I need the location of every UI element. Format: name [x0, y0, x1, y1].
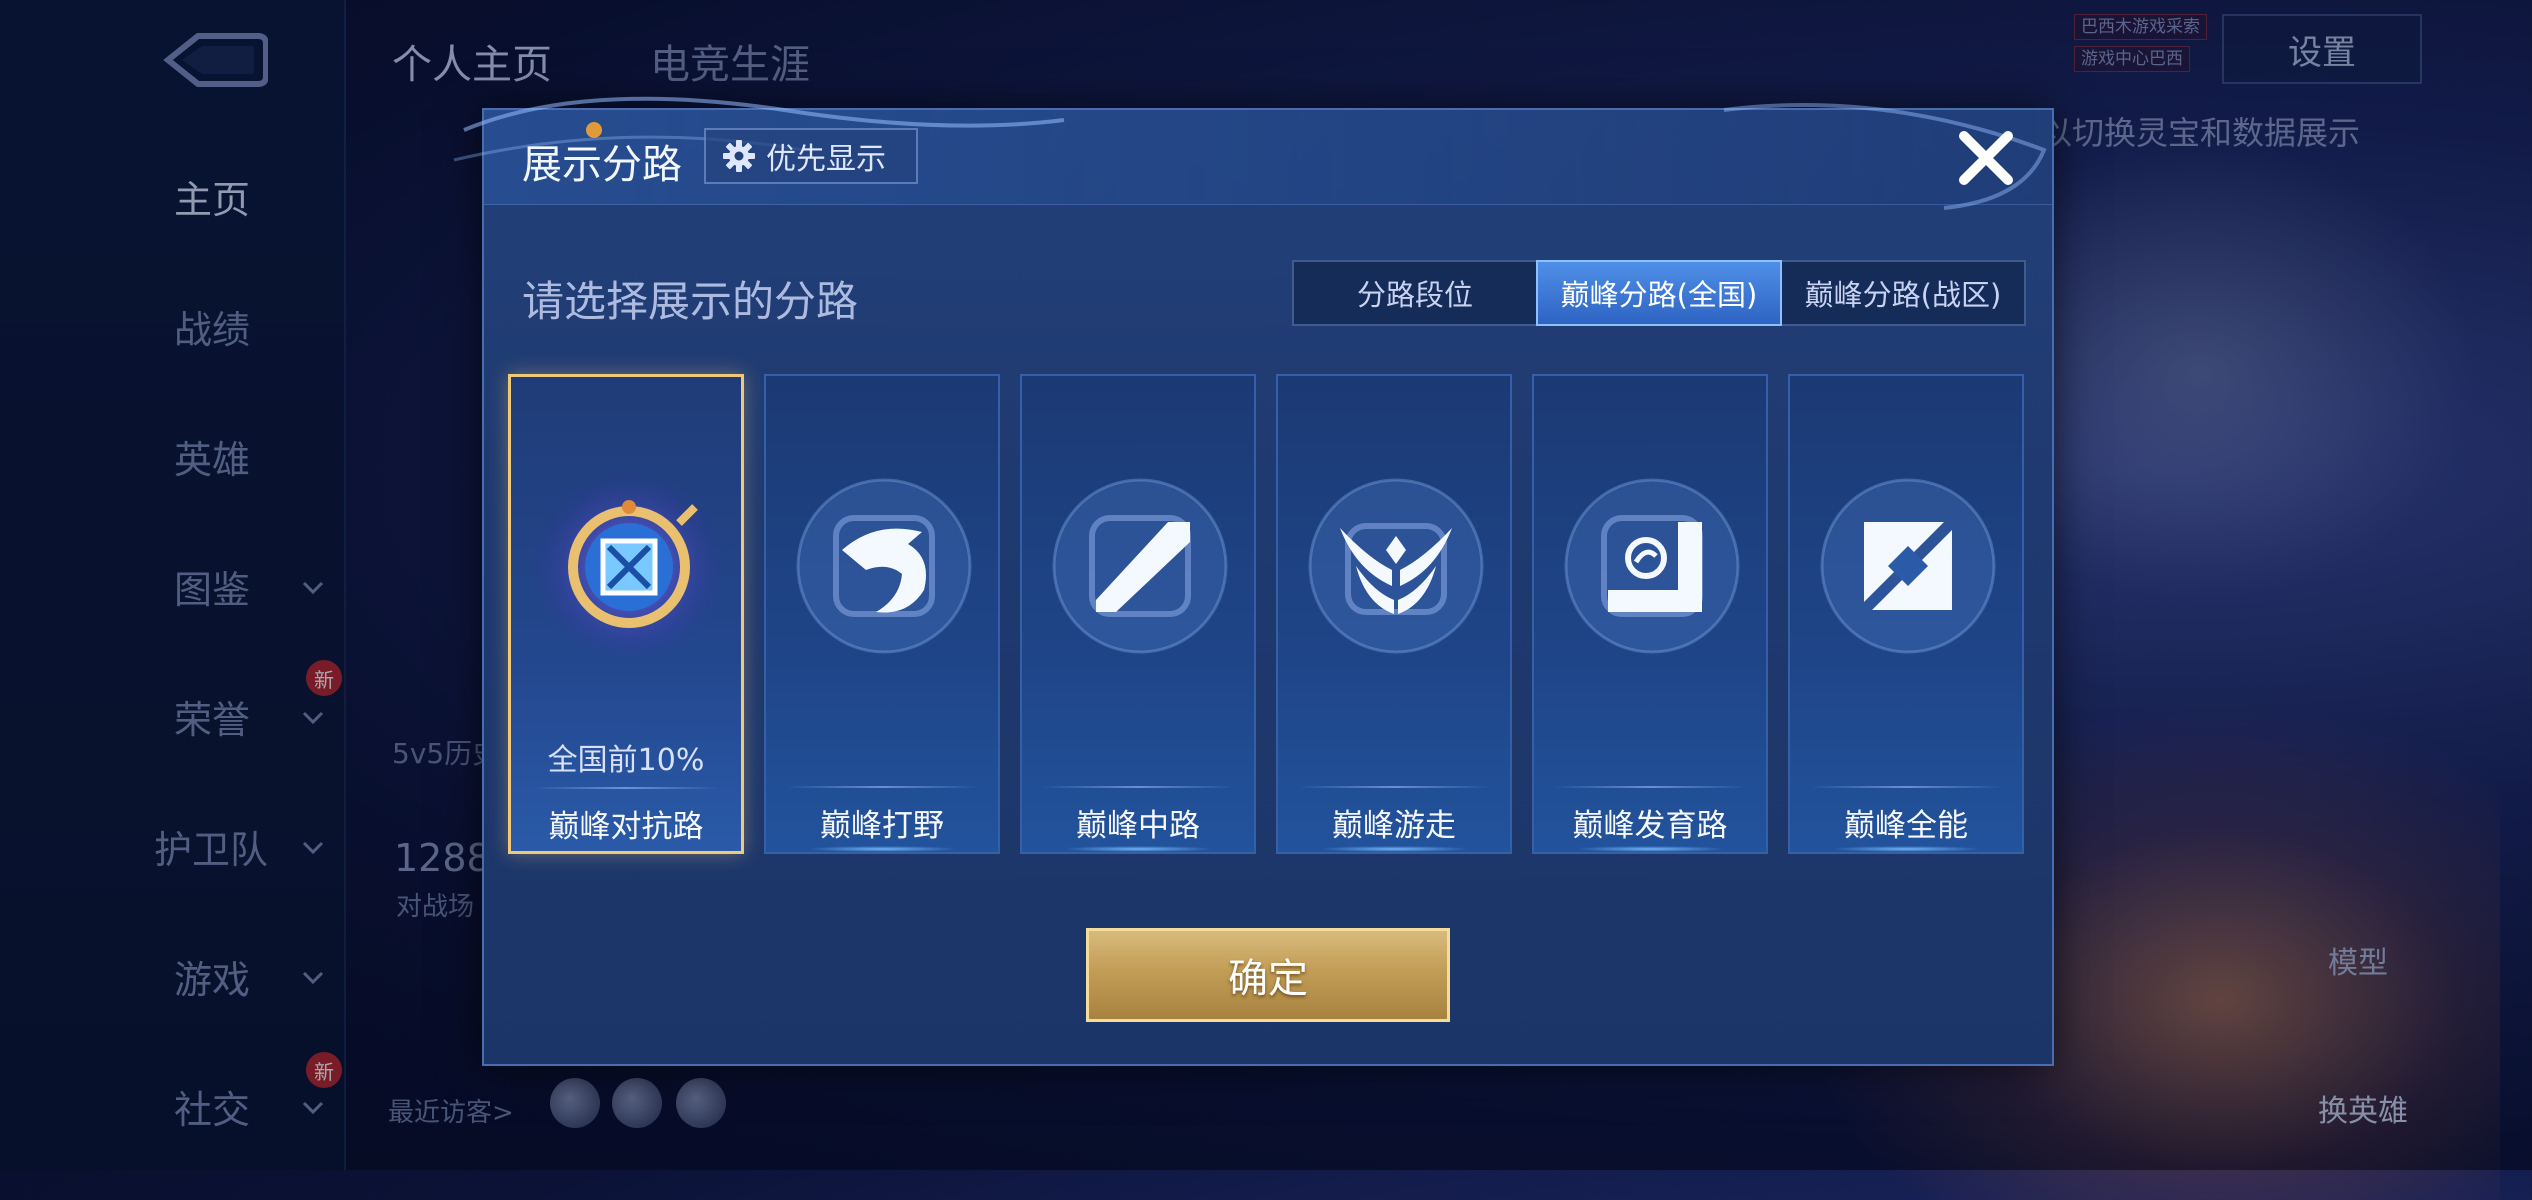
- card-divider: [1298, 786, 1490, 788]
- tab-peak-lane-region[interactable]: 巅峰分路(战区): [1782, 262, 2024, 324]
- priority-display-label: 优先显示: [766, 142, 886, 177]
- tab-lane-rank[interactable]: 分路段位: [1294, 262, 1536, 324]
- jungle-dragon-icon: [796, 478, 972, 654]
- dialog-title: 展示分路: [522, 142, 682, 188]
- clash-lane-crest-icon: [533, 471, 725, 663]
- card-label: 巅峰中路: [1076, 808, 1200, 844]
- farm-lane-icon: [1564, 478, 1740, 654]
- lane-card-all-round[interactable]: 巅峰全能: [1788, 374, 2024, 854]
- card-label: 巅峰对抗路: [548, 809, 704, 845]
- card-glow: [806, 846, 958, 852]
- lane-card-jungle[interactable]: 巅峰打野: [764, 374, 1000, 854]
- card-rank-text: 全国前10%: [547, 743, 705, 778]
- card-label: 巅峰发育路: [1572, 808, 1728, 844]
- lane-card-farm[interactable]: 巅峰发育路: [1532, 374, 1768, 854]
- tab-peak-lane-national[interactable]: 巅峰分路(全国): [1536, 260, 1782, 326]
- card-label: 巅峰打野: [820, 808, 944, 844]
- card-divider: [531, 787, 721, 789]
- mid-lane-slash-icon: [1052, 478, 1228, 654]
- roam-wings-icon: [1308, 478, 1484, 654]
- lane-card-mid[interactable]: 巅峰中路: [1020, 374, 1256, 854]
- card-divider: [1810, 786, 2002, 788]
- confirm-button[interactable]: 确定: [1086, 928, 1450, 1022]
- priority-display-button[interactable]: 优先显示: [704, 128, 918, 184]
- all-round-icon: [1820, 478, 1996, 654]
- lane-rank-scope-tabs: 分路段位 巅峰分路(全国) 巅峰分路(战区): [1292, 260, 2026, 326]
- lane-card-roam[interactable]: 巅峰游走: [1276, 374, 1512, 854]
- card-glow: [1062, 846, 1214, 852]
- card-glow: [1318, 846, 1470, 852]
- close-icon[interactable]: [1952, 124, 2020, 192]
- card-divider: [1042, 786, 1234, 788]
- card-divider: [786, 786, 978, 788]
- card-glow: [1574, 846, 1726, 852]
- card-glow: [1830, 846, 1982, 852]
- card-divider: [1554, 786, 1746, 788]
- card-label: 巅峰游走: [1332, 808, 1456, 844]
- lane-card-clash[interactable]: 全国前10% 巅峰对抗路: [508, 374, 744, 854]
- select-lane-prompt: 请选择展示的分路: [522, 277, 859, 326]
- card-label: 巅峰全能: [1844, 808, 1968, 844]
- lane-card-list: 全国前10% 巅峰对抗路 巅峰打野 巅峰中路 巅峰游走 巅峰发育路 巅峰全能: [508, 374, 2028, 854]
- lane-display-dialog: 展示分路 优先显示 请选择展示的分路 分路段位 巅峰分路(全国) 巅峰分路(战区…: [453, 96, 2054, 1066]
- gear-icon: [723, 140, 755, 172]
